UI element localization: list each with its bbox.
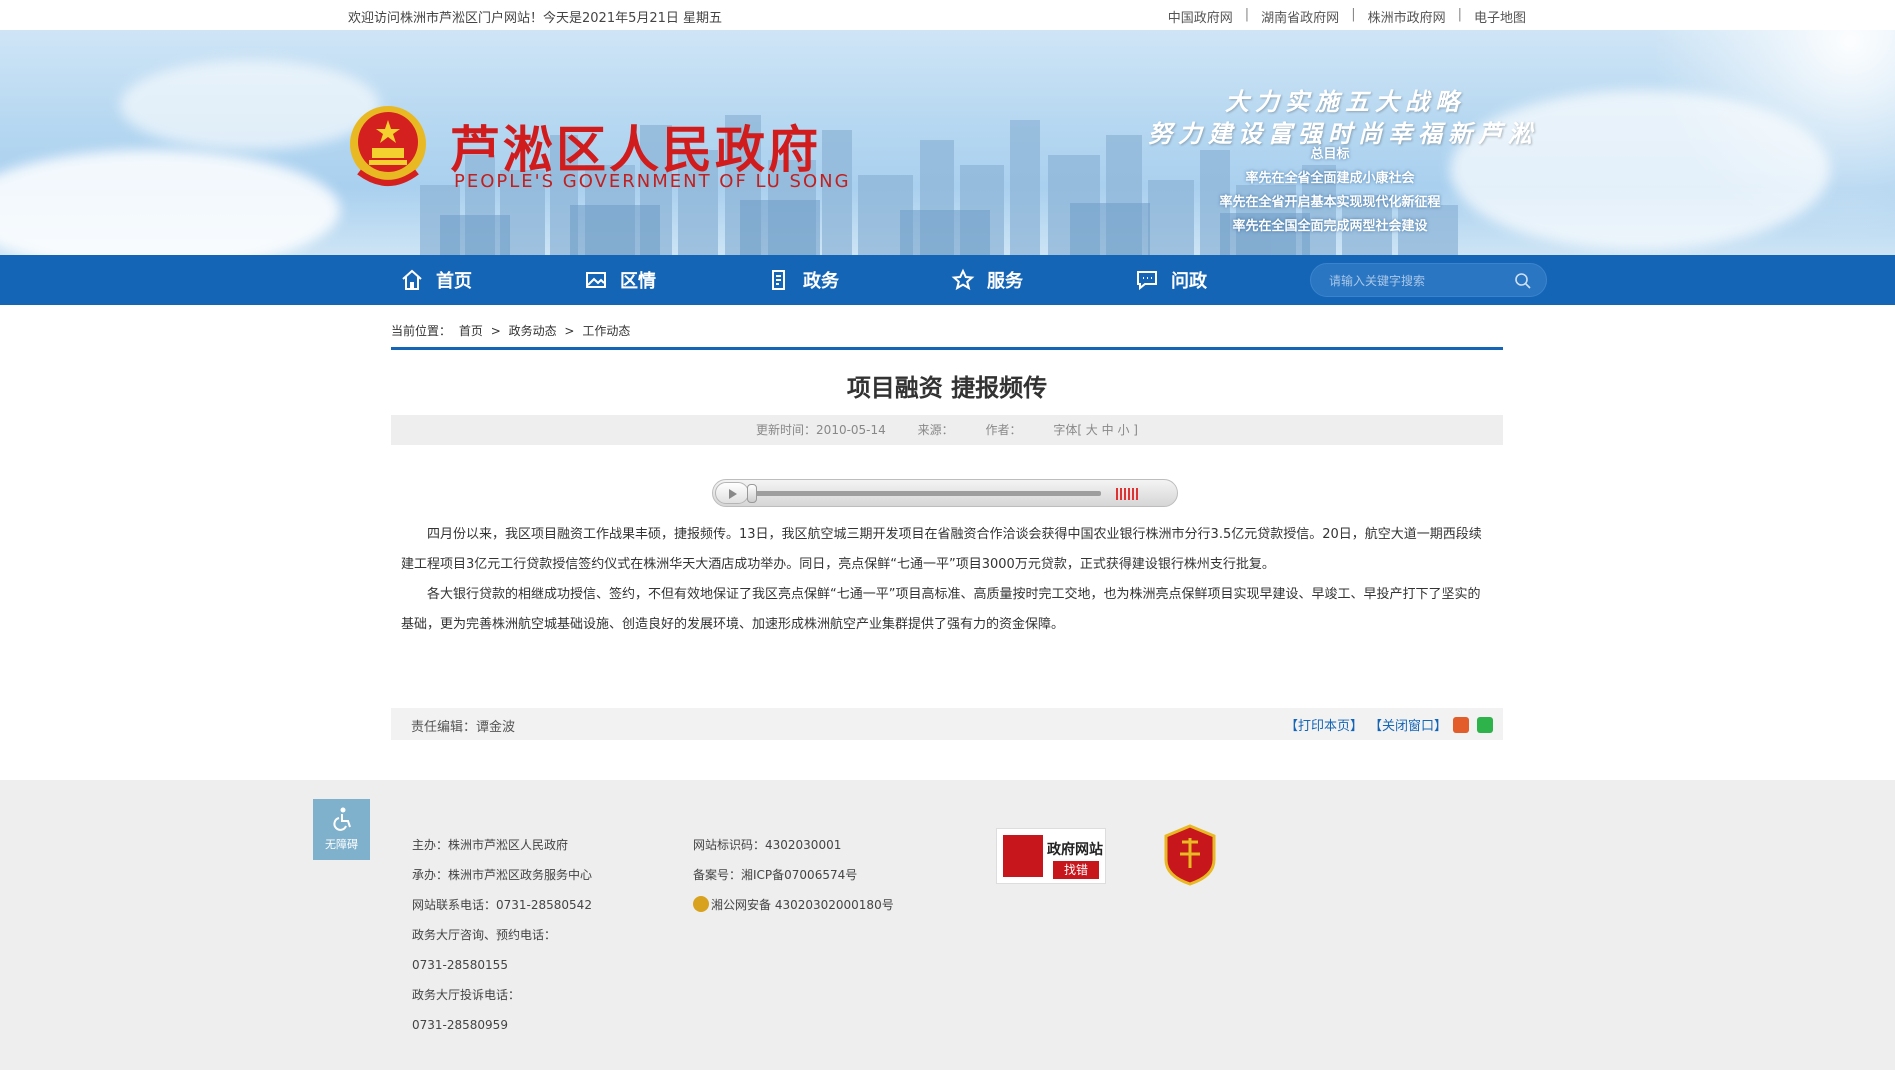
- breadcrumb: 当前位置： 首页 > 政务动态 > 工作动态: [391, 322, 634, 339]
- goals-block: 总目标 率先在全省全面建成小康社会 率先在全省开启基本实现现代化新征程 率先在全…: [1170, 143, 1490, 239]
- nav-label: 首页: [436, 271, 472, 292]
- goal-item: 率先在全省全面建成小康社会: [1245, 171, 1415, 186]
- footer-site-id: 网站标识码：4302030001: [693, 838, 842, 852]
- top-bar: 欢迎访问株洲市芦淞区门户网站！今天是2021年5月21日 星期五 中国政府网 |…: [0, 0, 1895, 30]
- goal-item: 率先在全省开启基本实现现代化新征程: [1219, 195, 1441, 210]
- accessibility-button[interactable]: 无障碍: [313, 799, 370, 860]
- breadcrumb-home[interactable]: 首页: [459, 324, 483, 338]
- home-icon: [402, 269, 422, 290]
- responsible-editor: 责任编辑：谭金波: [411, 720, 516, 735]
- footer-hall-consult-phone: 0731-28580155: [412, 958, 508, 972]
- welcome-text: 欢迎访问株洲市芦淞区门户网站！今天是2021年5月21日 星期五: [348, 11, 723, 26]
- find-error-title: 政府网站: [1047, 842, 1103, 858]
- nav-item-home[interactable]: 首页: [400, 255, 472, 305]
- audio-progress-handle[interactable]: [747, 484, 757, 503]
- wheelchair-icon: [332, 807, 351, 831]
- nav-label: 政务: [803, 271, 839, 292]
- footer-contact-phone: 网站联系电话：0731-28580542: [412, 898, 592, 912]
- close-window-button[interactable]: 【关闭窗口】: [1369, 715, 1447, 734]
- party-gov-organ-badge-icon[interactable]: [1164, 824, 1216, 886]
- article-updated: 更新时间：2010-05-14: [756, 423, 886, 437]
- audio-progress-track[interactable]: [751, 491, 1101, 496]
- footer-info-column-1: 主办：株洲市芦淞区人民政府 承办：株洲市芦淞区政务服务中心 网站联系电话：073…: [412, 830, 592, 1040]
- wechat-share-icon[interactable]: [1477, 716, 1493, 733]
- cloud-decoration: [0, 150, 340, 255]
- police-badge-icon: [693, 896, 709, 912]
- top-links: 中国政府网 | 湖南省政府网 | 株洲市政府网 | 电子地图: [1156, 7, 1538, 26]
- link-china-gov[interactable]: 中国政府网: [1156, 7, 1245, 26]
- article-paragraph: 各大银行贷款的相继成功授信、签约，不但有效地保证了我区亮点保鲜“七通一平”项目高…: [401, 587, 1481, 632]
- nav-label: 服务: [987, 271, 1023, 292]
- article-source: 来源：: [917, 423, 954, 437]
- nav-label: 区情: [620, 271, 656, 292]
- article-actions: 【打印本页】 【关闭窗口】: [1279, 715, 1493, 734]
- footer-police-record-text: 湘公网安备 43020302000180号: [711, 898, 894, 912]
- footer: 无障碍 主办：株洲市芦淞区人民政府 承办：株洲市芦淞区政务服务中心 网站联系电话…: [0, 780, 1895, 1070]
- font-size-switch[interactable]: 字体[ 大 中 小 ]: [1053, 423, 1138, 437]
- main-nav: 首页 区情 政务 服务 问政: [0, 255, 1895, 305]
- national-emblem-icon: [350, 106, 426, 186]
- nav-item-service[interactable]: 服务: [951, 255, 1023, 305]
- search-input[interactable]: [1329, 271, 1509, 291]
- article-meta: 更新时间：2010-05-14 来源： 作者： 字体[ 大 中 小 ]: [391, 415, 1503, 445]
- breadcrumb-gov-news[interactable]: 政务动态: [509, 324, 557, 338]
- breadcrumb-separator: >: [490, 324, 501, 338]
- nav-item-district[interactable]: 区情: [584, 255, 656, 305]
- footer-hall-consult-label: 政务大厅咨询、预约电话：: [412, 928, 557, 942]
- footer-police-record[interactable]: 湘公网安备 43020302000180号: [693, 890, 894, 920]
- link-zhuzhou-gov[interactable]: 株洲市政府网: [1356, 7, 1458, 26]
- article-paragraph: 四月份以来，我区项目融资工作战果丰硕，捷报频传。13日，我区航空城三期开发项目在…: [401, 527, 1482, 572]
- link-hunan-gov[interactable]: 湖南省政府网: [1249, 7, 1351, 26]
- nav-item-inquiry[interactable]: 问政: [1135, 255, 1207, 305]
- header-banner: 芦淞区人民政府 PEOPLE'S GOVERNMENT OF LU SONG 大…: [0, 30, 1895, 255]
- cloud-decoration: [120, 60, 380, 150]
- breadcrumb-prefix: 当前位置：: [391, 324, 452, 338]
- weibo-share-icon[interactable]: [1453, 716, 1469, 733]
- footer-icp[interactable]: 备案号：湘ICP备07006574号: [693, 860, 894, 890]
- find-error-button: 找错: [1053, 861, 1099, 879]
- content-divider: [391, 347, 1503, 350]
- chat-icon: [1137, 271, 1157, 291]
- nav-label: 问政: [1171, 271, 1207, 292]
- play-button[interactable]: [715, 482, 749, 504]
- footer-organizer: 承办：株洲市芦淞区政务服务中心: [412, 868, 593, 882]
- site-subtitle: PEOPLE'S GOVERNMENT OF LU SONG: [454, 171, 851, 192]
- volume-icon[interactable]: [1116, 488, 1142, 500]
- slogan-line-1: 大力实施五大战略: [1225, 88, 1465, 116]
- footer-hall-complaint-label: 政务大厅投诉电话：: [412, 988, 521, 1002]
- link-e-map[interactable]: 电子地图: [1462, 7, 1538, 26]
- sun-glow-decoration: [1595, 30, 1895, 250]
- print-button[interactable]: 【打印本页】: [1285, 715, 1363, 734]
- article-author: 作者：: [985, 423, 1022, 437]
- document-icon: [772, 270, 785, 290]
- picture-icon: [586, 272, 606, 288]
- accessibility-label: 无障碍: [325, 838, 358, 851]
- goal-item: 率先在全国全面完成两型社会建设: [1232, 219, 1428, 234]
- footer-host: 主办：株洲市芦淞区人民政府: [412, 838, 569, 852]
- magnifier-icon: [1003, 835, 1043, 877]
- article-title: 项目融资 捷报频传: [846, 374, 1048, 402]
- article-body: 四月份以来，我区项目融资工作战果丰硕，捷报频传。13日，我区航空城三期开发项目在…: [401, 520, 1493, 640]
- search-box: [1310, 263, 1547, 297]
- nav-item-government[interactable]: 政务: [767, 255, 839, 305]
- search-icon[interactable]: [1514, 272, 1532, 290]
- star-icon: [951, 268, 975, 291]
- gov-site-find-error-badge[interactable]: 政府网站 找错: [996, 828, 1106, 884]
- footer-hall-complaint-phone: 0731-28580959: [412, 1018, 508, 1032]
- article-footer-bar: 责任编辑：谭金波 【打印本页】 【关闭窗口】: [391, 708, 1503, 740]
- breadcrumb-separator: >: [564, 324, 575, 338]
- footer-info-column-2: 网站标识码：4302030001 备案号：湘ICP备07006574号 湘公网安…: [693, 830, 894, 920]
- breadcrumb-work-news[interactable]: 工作动态: [582, 324, 630, 338]
- audio-player: [712, 479, 1178, 507]
- goals-heading: 总目标: [1310, 147, 1350, 162]
